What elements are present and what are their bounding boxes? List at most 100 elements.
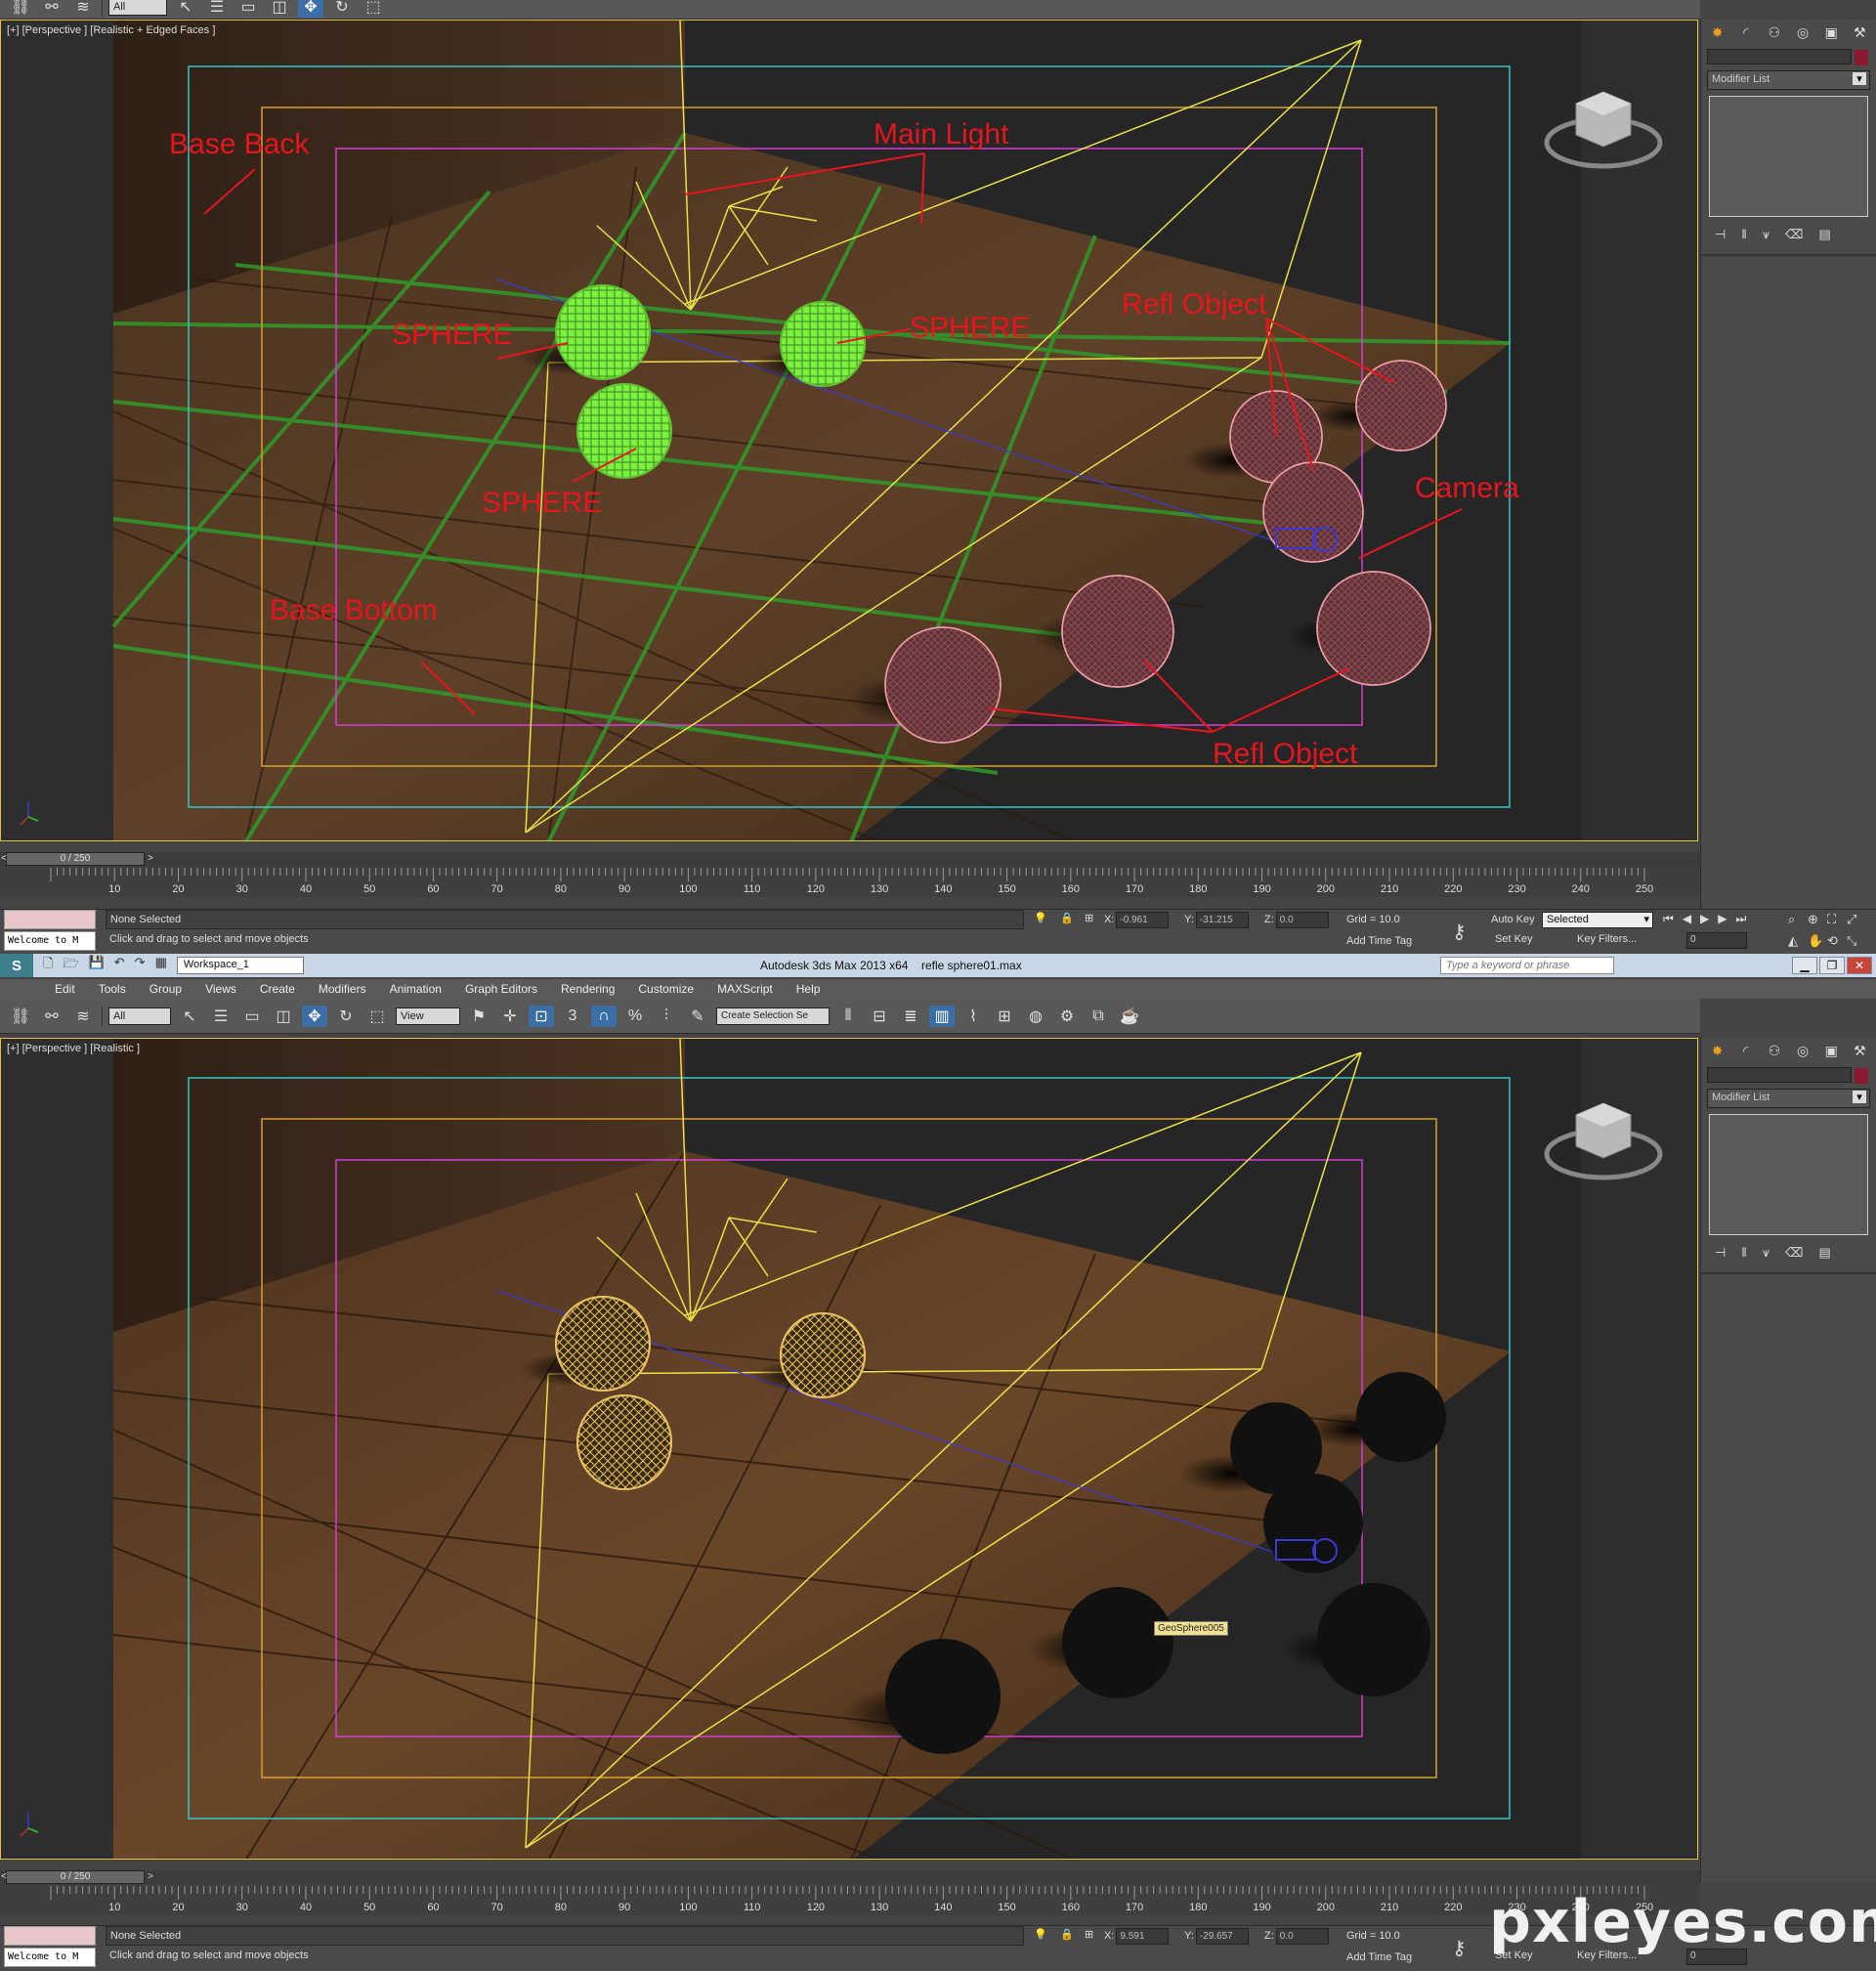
select-and-rotate-icon[interactable]: ↻ [333,1006,359,1027]
welcome-text[interactable]: Welcome to M [4,931,96,951]
align-icon[interactable]: ⊟ [867,1006,892,1027]
configure-sets-icon[interactable]: ▤ [1818,1245,1830,1261]
selection-lock-icon[interactable]: 🔒 [1060,912,1074,924]
select-and-move-icon[interactable]: ✥ [298,0,323,18]
select-object-icon[interactable]: ↖ [177,1006,202,1027]
time-slider-knob[interactable]: 0 / 250 [1,1870,153,1884]
orbit-icon[interactable]: ⟲ [1827,933,1847,949]
time-slider-bottom[interactable]: 0 / 250 [0,1870,1700,1884]
pin-stack-icon[interactable]: ⊣ [1715,227,1726,242]
go-to-start-icon[interactable]: ⏮ [1663,912,1674,926]
angle-snap-icon[interactable]: ∩ [591,1005,617,1027]
create-tab-icon[interactable]: ✸ [1707,1041,1727,1060]
field-of-view-icon[interactable]: ◭ [1788,933,1808,949]
time-slider-knob[interactable]: 0 / 250 [1,852,153,866]
remove-modifier-icon[interactable]: ⌫ [1785,227,1803,242]
pan-icon[interactable]: ✋ [1808,933,1827,949]
zoom-extents-icon[interactable]: ⛶ [1827,912,1847,927]
spinner-snap-icon[interactable]: ⫶ [654,1006,679,1027]
motion-tab-icon[interactable]: ◎ [1793,22,1813,42]
keyboard-shortcut-icon[interactable]: ⊡ [529,1005,554,1027]
snaps-toggle-icon[interactable]: 3 [560,1006,585,1027]
workspace-dropdown[interactable]: Workspace_1 [176,957,304,974]
time-slider-top[interactable]: 0 / 250 [0,852,1700,866]
z-input[interactable] [1275,912,1329,928]
key-mode-dropdown[interactable]: Selected [1542,912,1653,928]
viewport-label[interactable]: [+] [Perspective ] [Realistic ] [7,1043,140,1054]
undo-icon[interactable]: ↶ [114,955,125,976]
minimize-button[interactable]: ▁ [1792,957,1817,974]
unlink-icon[interactable]: ⚯ [39,0,64,18]
unlink-icon[interactable]: ⚯ [39,1006,64,1027]
add-time-tag-button[interactable]: Add Time Tag [1346,935,1412,947]
pin-stack-icon[interactable]: ⊣ [1715,1245,1726,1261]
key-filters-button[interactable]: Key Filters... [1577,933,1637,945]
named-selection-set-dropdown[interactable]: Create Selection Se [716,1007,830,1025]
zoom-extents-all-icon[interactable]: ⤢ [1847,912,1866,927]
zoom-icon[interactable]: ⌕ [1788,912,1808,927]
set-key-button[interactable]: Set Key [1495,933,1533,945]
auto-key-button[interactable]: Auto Key [1491,914,1535,925]
set-key-icon[interactable]: ⚷ [1452,1936,1467,1960]
select-object-icon[interactable]: ↖ [173,0,198,18]
hierarchy-tab-icon[interactable]: ⚇ [1764,22,1784,42]
help-search-input[interactable] [1440,957,1614,974]
menu-edit[interactable]: Edit [55,982,75,996]
welcome-text[interactable]: Welcome to M [4,1948,96,1967]
use-pivot-icon[interactable]: ✛ [497,1006,523,1027]
utilities-tab-icon[interactable]: ⚒ [1850,1041,1870,1060]
menu-rendering[interactable]: Rendering [561,982,615,996]
modify-tab-icon[interactable]: ◜ [1735,22,1756,42]
select-and-scale-icon[interactable]: ⬚ [361,0,386,18]
application-logo-icon[interactable]: S [0,954,33,977]
selection-region-icon[interactable]: ▭ [239,1006,265,1027]
viewport-bottom[interactable]: [+] [Perspective ] [Realistic ] GeoSpher… [0,1038,1698,1860]
maximize-viewport-icon[interactable]: ⤡ [1847,933,1866,949]
modifier-stack[interactable] [1709,96,1868,217]
hierarchy-tab-icon[interactable]: ⚇ [1764,1041,1784,1060]
percent-snap-icon[interactable]: % [622,1006,648,1027]
edit-named-selection-icon[interactable]: ✎ [685,1006,710,1027]
show-end-result-icon[interactable]: ‖ [1741,1245,1746,1261]
set-key-icon[interactable]: ⚷ [1452,920,1467,944]
link-icon[interactable]: ⛓ [8,1006,33,1027]
render-production-icon[interactable]: ☕ [1117,1006,1142,1027]
bind-space-warp-icon[interactable]: ≋ [70,1006,96,1027]
select-manipulate-icon[interactable]: ⚑ [466,1006,491,1027]
display-tab-icon[interactable]: ▣ [1821,22,1842,42]
reference-coordinate-dropdown[interactable]: View [396,1007,460,1025]
display-tab-icon[interactable]: ▣ [1821,1041,1842,1060]
viewport-top[interactable]: [+] [Perspective ] [Realistic + Edged Fa… [0,20,1698,841]
select-by-name-icon[interactable]: ☰ [204,0,230,18]
menu-help[interactable]: Help [796,982,821,996]
select-and-rotate-icon[interactable]: ↻ [329,0,355,18]
material-editor-icon[interactable]: ◍ [1023,1006,1048,1027]
new-file-icon[interactable]: 🗋 [43,955,53,976]
current-frame-field[interactable]: 0 [1686,932,1747,949]
graphite-ribbon-icon[interactable]: ▥ [929,1005,955,1027]
make-unique-icon[interactable]: ⩛ [1763,1245,1769,1261]
selection-filter-dropdown[interactable]: All [108,0,167,16]
select-and-scale-icon[interactable]: ⬚ [364,1006,390,1027]
add-time-tag-button[interactable]: Add Time Tag [1346,1951,1412,1963]
maxscript-listener-mini[interactable] [4,1926,96,1946]
save-file-icon[interactable]: 💾 [89,955,105,976]
object-name-field[interactable] [1707,49,1868,65]
motion-tab-icon[interactable]: ◎ [1793,1041,1813,1060]
isolate-icon[interactable]: 💡 [1034,912,1047,924]
modify-tab-icon[interactable]: ◜ [1735,1041,1756,1060]
redo-icon[interactable]: ↷ [135,955,146,976]
schematic-view-icon[interactable]: ⊞ [992,1006,1017,1027]
modifier-list-dropdown[interactable]: Modifier List [1707,1089,1870,1108]
x-input[interactable] [1116,912,1170,928]
zoom-all-icon[interactable]: ⊕ [1808,912,1827,927]
isolate-icon[interactable]: 💡 [1034,1928,1047,1941]
menu-customize[interactable]: Customize [638,982,694,996]
window-crossing-icon[interactable]: ◫ [267,0,292,18]
y-input[interactable] [1195,1928,1249,1945]
go-to-end-icon[interactable]: ⏭ [1736,912,1747,926]
previous-frame-icon[interactable]: ◀ [1683,912,1691,926]
selection-filter-dropdown[interactable]: All [108,1007,171,1025]
select-by-name-icon[interactable]: ☰ [208,1006,234,1027]
remove-modifier-icon[interactable]: ⌫ [1785,1245,1803,1261]
